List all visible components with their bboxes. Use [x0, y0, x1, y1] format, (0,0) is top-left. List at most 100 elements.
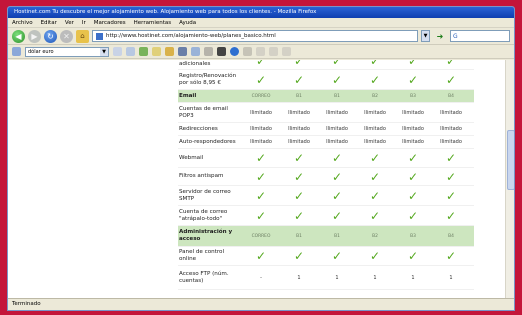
table-cell: Ilimitado — [288, 139, 310, 145]
cursor-icon[interactable] — [204, 47, 213, 56]
table-cell: Ilimitado — [250, 126, 272, 132]
chat-icon[interactable] — [152, 47, 161, 56]
check-icon: ✓ — [445, 151, 457, 165]
table-cell: Ilimitado — [326, 109, 348, 116]
check-icon: ✓ — [293, 188, 305, 203]
row-label: Cuenta de correo "atrápalo-todo" — [179, 208, 228, 222]
check-icon: ✓ — [369, 249, 381, 263]
table-row: Panel de control online ✓ ✓ ✓ ✓ ✓ ✓ — [178, 247, 474, 266]
zoom-icon[interactable] — [191, 47, 200, 56]
tools-icon[interactable] — [178, 47, 187, 56]
search-engine-icon: G — [453, 32, 458, 40]
table-section-header: Email CORREO B1 B1 B2 B3 B4 — [178, 90, 474, 103]
go-arrow-icon[interactable]: ➜ — [433, 30, 447, 42]
forward-arrow-icon[interactable]: ▶ — [28, 29, 41, 43]
check-icon: ✓ — [255, 72, 267, 87]
bookmark-icon[interactable] — [12, 47, 21, 56]
check-icon: ✓ — [407, 72, 419, 87]
table-section-header: Administración y acceso CORREO B1 B1 B2 B3 B4 — [178, 226, 474, 247]
table-row: Acceso FTP (núm. cuentas) - 1 1 1 1 1 — [178, 266, 474, 290]
table-cell: 1 — [373, 274, 377, 281]
row-label: Servidor de correo SMTP — [179, 188, 231, 202]
check-icon: ✓ — [445, 60, 457, 68]
menu-item-1[interactable]: Editar — [41, 20, 57, 26]
globe-icon[interactable] — [139, 47, 148, 56]
table-cell: CORREO — [251, 233, 271, 239]
page-icon[interactable] — [113, 47, 122, 56]
check-icon: ✓ — [369, 60, 381, 68]
currency-select[interactable]: dólar euro ▼ — [25, 46, 109, 57]
menu-item-6[interactable]: Ayuda — [179, 20, 196, 26]
check-icon: ✓ — [255, 169, 267, 184]
check-icon: ✓ — [331, 169, 343, 184]
table-cell: B1 — [334, 233, 340, 239]
search-box[interactable]: G — [450, 30, 510, 42]
table-row: Redirecciones Ilimitado Ilimitado Ilimitado… — [178, 123, 474, 136]
check-icon: ✓ — [445, 169, 457, 184]
menu-item-3[interactable]: Ir — [82, 20, 86, 26]
back-arrow-icon[interactable]: ◀ — [12, 29, 25, 43]
table-cell: Ilimitado — [288, 109, 310, 116]
table-cell: Ilimitado — [402, 139, 424, 145]
table-cell: Ilimitado — [364, 139, 386, 145]
menu-item-4[interactable]: Marcadores — [94, 20, 126, 26]
table-cell: Ilimitado — [440, 126, 462, 132]
row-label: Cuentas de email POP3 — [179, 105, 228, 119]
folder-icon[interactable] — [165, 47, 174, 56]
row-label: Redirecciones — [179, 125, 218, 132]
check-icon: ✓ — [293, 72, 305, 87]
check-icon: ✓ — [331, 60, 343, 68]
check-icon: ✓ — [331, 151, 343, 165]
table-cell: Ilimitado — [288, 126, 310, 132]
table-cell: 1 — [411, 274, 415, 281]
table-row: Registro/Renovación por sólo 8,95 € ✓ ✓ ✓ ✓ ✓… — [178, 70, 474, 90]
table-cell: B2 — [372, 93, 378, 99]
check-icon: ✓ — [407, 249, 419, 263]
print-icon[interactable] — [126, 47, 135, 56]
check-icon: ✓ — [445, 208, 457, 223]
row-label: Filtros antispam — [179, 173, 224, 180]
url-text: http://www.hostinet.com/alojamiento-web/… — [106, 33, 276, 39]
pencil-icon[interactable] — [282, 47, 291, 56]
table-row: Filtros antispam ✓ ✓ ✓ ✓ ✓ ✓ — [178, 168, 474, 186]
row-label: Registro/Renovación por sólo 8,95 € — [179, 72, 237, 86]
row-label: Acceso FTP (núm. cuentas) — [179, 270, 229, 284]
check-icon: ✓ — [445, 72, 457, 87]
row-label: Panel de control online — [179, 249, 225, 262]
scrollbar-thumb[interactable] — [507, 130, 514, 190]
menu-bar: Archivo Editar Ver Ir Marcadores Herramientas… — [8, 18, 514, 28]
table-cell: B3 — [410, 93, 416, 99]
table-row: Parking de dominios adicionales ✓ ✓ ✓ ✓ ✓ ✓ — [178, 60, 474, 70]
table-cell: Ilimitado — [440, 139, 462, 145]
url-dropdown-icon[interactable]: ▼ — [421, 30, 430, 42]
nav-forward-small-icon[interactable] — [269, 47, 278, 56]
table-cell: Ilimitado — [326, 139, 348, 145]
table-cell: B1 — [296, 233, 302, 239]
table-cell: Ilimitado — [402, 109, 424, 116]
table-cell: Ilimitado — [402, 126, 424, 132]
home-icon[interactable]: ⌂ — [76, 29, 89, 43]
check-icon: ✓ — [293, 249, 305, 263]
edit-icon[interactable] — [243, 47, 252, 56]
check-icon: ✓ — [407, 169, 419, 184]
menu-item-2[interactable]: Ver — [65, 20, 74, 26]
table-row: Auto-respondedores Ilimitado Ilimitado Ilim… — [178, 136, 474, 149]
check-icon: ✓ — [445, 188, 457, 203]
info-icon[interactable] — [230, 47, 239, 56]
navigation-toolbar: ◀ ▶ ↻ ✕ ⌂ http://www.hostinet.com/alojam… — [8, 28, 514, 45]
stop-icon[interactable]: ✕ — [60, 29, 73, 43]
graduation-cap-icon[interactable] — [217, 47, 226, 56]
table-cell: B2 — [372, 233, 378, 239]
check-icon: ✓ — [407, 60, 419, 68]
check-icon: ✓ — [293, 151, 305, 165]
check-icon: ✓ — [255, 208, 267, 223]
page-content: Parking de dominios adicionales✓✓✓✓✓✓Reg… — [8, 60, 514, 300]
menu-item-0[interactable]: Archivo — [12, 20, 33, 26]
menu-item-5[interactable]: Herramientas — [134, 20, 171, 26]
vertical-scrollbar[interactable] — [505, 60, 514, 300]
check-icon: ✓ — [369, 208, 381, 223]
reload-icon[interactable]: ↻ — [44, 29, 57, 43]
row-label: Webmail — [179, 154, 204, 161]
url-bar[interactable]: http://www.hostinet.com/alojamiento-web/… — [92, 30, 418, 42]
nav-back-small-icon[interactable] — [256, 47, 265, 56]
